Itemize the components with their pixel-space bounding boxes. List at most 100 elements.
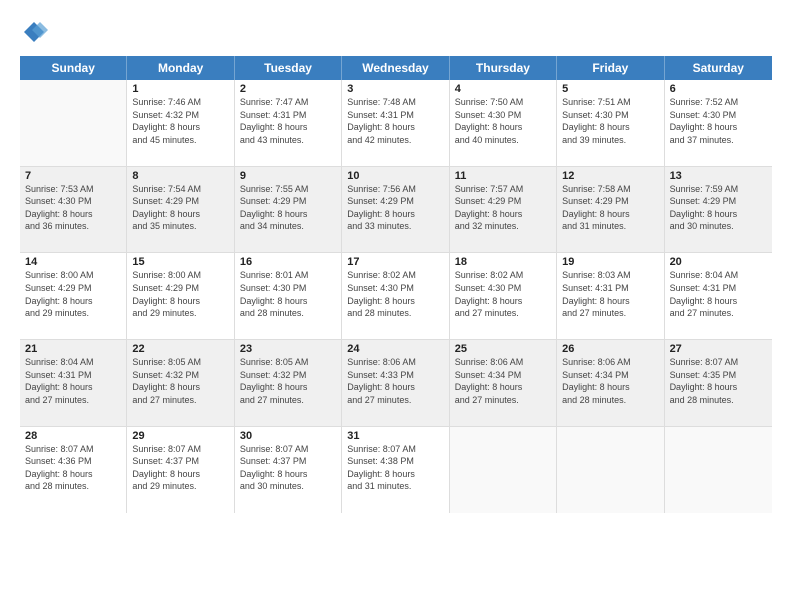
cal-cell <box>450 427 557 514</box>
day-info: Sunrise: 7:58 AMSunset: 4:29 PMDaylight:… <box>562 183 658 233</box>
cal-cell: 6Sunrise: 7:52 AMSunset: 4:30 PMDaylight… <box>665 80 772 166</box>
header-day-sunday: Sunday <box>20 56 127 80</box>
day-number: 5 <box>562 83 658 95</box>
day-number: 24 <box>347 343 443 355</box>
cal-cell: 13Sunrise: 7:59 AMSunset: 4:29 PMDayligh… <box>665 167 772 253</box>
day-info: Sunrise: 7:56 AMSunset: 4:29 PMDaylight:… <box>347 183 443 233</box>
day-info: Sunrise: 7:51 AMSunset: 4:30 PMDaylight:… <box>562 96 658 146</box>
day-info: Sunrise: 8:06 AMSunset: 4:34 PMDaylight:… <box>562 356 658 406</box>
day-info: Sunrise: 7:46 AMSunset: 4:32 PMDaylight:… <box>132 96 228 146</box>
day-info: Sunrise: 8:02 AMSunset: 4:30 PMDaylight:… <box>455 269 551 319</box>
cal-cell: 2Sunrise: 7:47 AMSunset: 4:31 PMDaylight… <box>235 80 342 166</box>
cal-cell: 11Sunrise: 7:57 AMSunset: 4:29 PMDayligh… <box>450 167 557 253</box>
day-number: 27 <box>670 343 767 355</box>
cal-cell <box>665 427 772 514</box>
header-day-saturday: Saturday <box>665 56 772 80</box>
cal-cell: 5Sunrise: 7:51 AMSunset: 4:30 PMDaylight… <box>557 80 664 166</box>
cal-cell: 9Sunrise: 7:55 AMSunset: 4:29 PMDaylight… <box>235 167 342 253</box>
day-number: 10 <box>347 170 443 182</box>
week-row-3: 14Sunrise: 8:00 AMSunset: 4:29 PMDayligh… <box>20 253 772 340</box>
day-info: Sunrise: 7:59 AMSunset: 4:29 PMDaylight:… <box>670 183 767 233</box>
day-number: 3 <box>347 83 443 95</box>
cal-cell: 25Sunrise: 8:06 AMSunset: 4:34 PMDayligh… <box>450 340 557 426</box>
week-row-5: 28Sunrise: 8:07 AMSunset: 4:36 PMDayligh… <box>20 427 772 514</box>
calendar: SundayMondayTuesdayWednesdayThursdayFrid… <box>20 56 772 600</box>
day-info: Sunrise: 8:02 AMSunset: 4:30 PMDaylight:… <box>347 269 443 319</box>
cal-cell: 12Sunrise: 7:58 AMSunset: 4:29 PMDayligh… <box>557 167 664 253</box>
day-info: Sunrise: 7:57 AMSunset: 4:29 PMDaylight:… <box>455 183 551 233</box>
week-row-1: 1Sunrise: 7:46 AMSunset: 4:32 PMDaylight… <box>20 80 772 167</box>
day-info: Sunrise: 8:00 AMSunset: 4:29 PMDaylight:… <box>25 269 121 319</box>
cal-cell: 22Sunrise: 8:05 AMSunset: 4:32 PMDayligh… <box>127 340 234 426</box>
cal-cell: 26Sunrise: 8:06 AMSunset: 4:34 PMDayligh… <box>557 340 664 426</box>
day-number: 21 <box>25 343 121 355</box>
day-info: Sunrise: 8:06 AMSunset: 4:34 PMDaylight:… <box>455 356 551 406</box>
page: SundayMondayTuesdayWednesdayThursdayFrid… <box>0 0 792 612</box>
day-info: Sunrise: 7:52 AMSunset: 4:30 PMDaylight:… <box>670 96 767 146</box>
day-info: Sunrise: 8:05 AMSunset: 4:32 PMDaylight:… <box>240 356 336 406</box>
cal-cell: 31Sunrise: 8:07 AMSunset: 4:38 PMDayligh… <box>342 427 449 514</box>
day-number: 1 <box>132 83 228 95</box>
header-day-wednesday: Wednesday <box>342 56 449 80</box>
day-info: Sunrise: 8:07 AMSunset: 4:36 PMDaylight:… <box>25 443 121 493</box>
day-number: 30 <box>240 430 336 442</box>
day-info: Sunrise: 7:55 AMSunset: 4:29 PMDaylight:… <box>240 183 336 233</box>
logo-icon <box>20 18 48 46</box>
cal-cell: 14Sunrise: 8:00 AMSunset: 4:29 PMDayligh… <box>20 253 127 339</box>
day-number: 22 <box>132 343 228 355</box>
cal-cell: 16Sunrise: 8:01 AMSunset: 4:30 PMDayligh… <box>235 253 342 339</box>
cal-cell: 28Sunrise: 8:07 AMSunset: 4:36 PMDayligh… <box>20 427 127 514</box>
day-number: 11 <box>455 170 551 182</box>
day-info: Sunrise: 8:07 AMSunset: 4:35 PMDaylight:… <box>670 356 767 406</box>
day-number: 29 <box>132 430 228 442</box>
day-info: Sunrise: 7:54 AMSunset: 4:29 PMDaylight:… <box>132 183 228 233</box>
day-info: Sunrise: 8:03 AMSunset: 4:31 PMDaylight:… <box>562 269 658 319</box>
day-info: Sunrise: 8:07 AMSunset: 4:37 PMDaylight:… <box>240 443 336 493</box>
week-row-2: 7Sunrise: 7:53 AMSunset: 4:30 PMDaylight… <box>20 167 772 254</box>
cal-cell: 30Sunrise: 8:07 AMSunset: 4:37 PMDayligh… <box>235 427 342 514</box>
day-number: 12 <box>562 170 658 182</box>
day-info: Sunrise: 7:47 AMSunset: 4:31 PMDaylight:… <box>240 96 336 146</box>
day-info: Sunrise: 8:04 AMSunset: 4:31 PMDaylight:… <box>25 356 121 406</box>
day-info: Sunrise: 8:00 AMSunset: 4:29 PMDaylight:… <box>132 269 228 319</box>
day-info: Sunrise: 8:05 AMSunset: 4:32 PMDaylight:… <box>132 356 228 406</box>
day-number: 6 <box>670 83 767 95</box>
day-info: Sunrise: 8:07 AMSunset: 4:38 PMDaylight:… <box>347 443 443 493</box>
day-number: 4 <box>455 83 551 95</box>
day-number: 2 <box>240 83 336 95</box>
cal-cell: 1Sunrise: 7:46 AMSunset: 4:32 PMDaylight… <box>127 80 234 166</box>
day-number: 20 <box>670 256 767 268</box>
cal-cell <box>557 427 664 514</box>
day-info: Sunrise: 8:06 AMSunset: 4:33 PMDaylight:… <box>347 356 443 406</box>
day-info: Sunrise: 7:53 AMSunset: 4:30 PMDaylight:… <box>25 183 121 233</box>
cal-cell: 18Sunrise: 8:02 AMSunset: 4:30 PMDayligh… <box>450 253 557 339</box>
day-info: Sunrise: 7:48 AMSunset: 4:31 PMDaylight:… <box>347 96 443 146</box>
header-day-thursday: Thursday <box>450 56 557 80</box>
header <box>20 18 772 46</box>
day-number: 13 <box>670 170 767 182</box>
cal-cell: 7Sunrise: 7:53 AMSunset: 4:30 PMDaylight… <box>20 167 127 253</box>
day-number: 23 <box>240 343 336 355</box>
day-number: 25 <box>455 343 551 355</box>
day-number: 15 <box>132 256 228 268</box>
header-day-friday: Friday <box>557 56 664 80</box>
day-number: 28 <box>25 430 121 442</box>
day-number: 14 <box>25 256 121 268</box>
day-number: 17 <box>347 256 443 268</box>
calendar-header: SundayMondayTuesdayWednesdayThursdayFrid… <box>20 56 772 80</box>
cal-cell: 8Sunrise: 7:54 AMSunset: 4:29 PMDaylight… <box>127 167 234 253</box>
cal-cell: 21Sunrise: 8:04 AMSunset: 4:31 PMDayligh… <box>20 340 127 426</box>
calendar-body: 1Sunrise: 7:46 AMSunset: 4:32 PMDaylight… <box>20 80 772 600</box>
cal-cell: 29Sunrise: 8:07 AMSunset: 4:37 PMDayligh… <box>127 427 234 514</box>
day-number: 9 <box>240 170 336 182</box>
cal-cell: 17Sunrise: 8:02 AMSunset: 4:30 PMDayligh… <box>342 253 449 339</box>
cal-cell: 27Sunrise: 8:07 AMSunset: 4:35 PMDayligh… <box>665 340 772 426</box>
day-number: 7 <box>25 170 121 182</box>
week-row-4: 21Sunrise: 8:04 AMSunset: 4:31 PMDayligh… <box>20 340 772 427</box>
day-number: 31 <box>347 430 443 442</box>
day-number: 26 <box>562 343 658 355</box>
cal-cell: 19Sunrise: 8:03 AMSunset: 4:31 PMDayligh… <box>557 253 664 339</box>
day-info: Sunrise: 8:04 AMSunset: 4:31 PMDaylight:… <box>670 269 767 319</box>
day-info: Sunrise: 8:01 AMSunset: 4:30 PMDaylight:… <box>240 269 336 319</box>
cal-cell <box>20 80 127 166</box>
